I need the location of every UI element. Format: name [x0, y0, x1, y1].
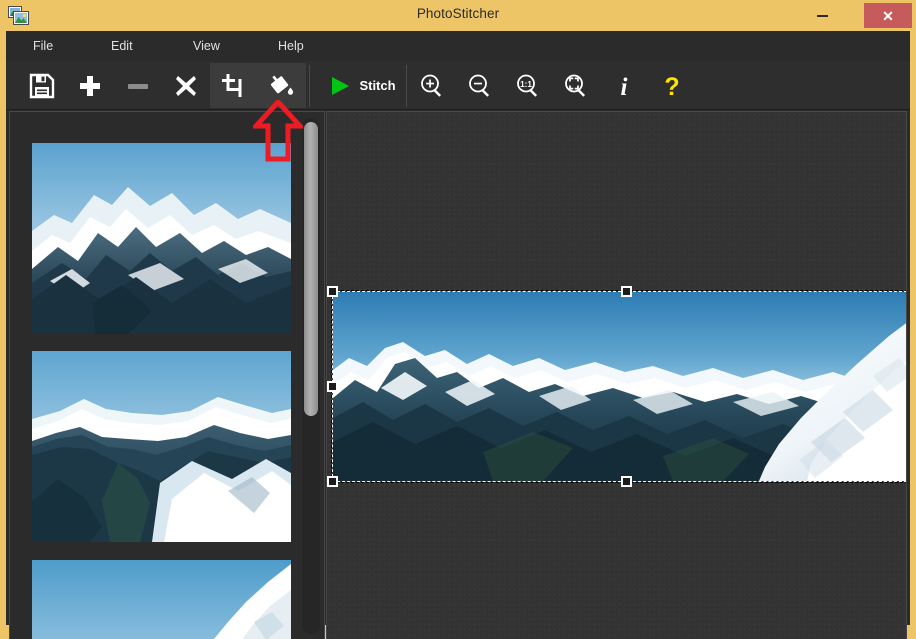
minimize-button[interactable]: [800, 3, 844, 28]
magnifier-minus-icon: [469, 74, 490, 97]
menu-item-view[interactable]: View: [187, 31, 226, 61]
crop-tool-button[interactable]: [210, 63, 258, 108]
vertical-scrollbar-thumb[interactable]: [304, 122, 318, 416]
title-bar[interactable]: PhotoStitcher ✕: [0, 0, 916, 31]
save-button[interactable]: [18, 63, 66, 108]
minus-icon: [128, 83, 148, 89]
menu-item-file[interactable]: File: [27, 31, 59, 61]
paint-bucket-icon: [270, 75, 294, 95]
panorama-image: [333, 292, 906, 481]
window-body: File Edit View Help Stitch 1:1 i ?: [6, 31, 910, 639]
remove-image-button[interactable]: [114, 63, 162, 108]
thumbnail-list-panel[interactable]: [9, 111, 325, 639]
resize-handle-top-left[interactable]: [327, 286, 338, 297]
window-title: PhotoStitcher: [416, 6, 500, 21]
magnifier-plus-icon: [421, 74, 442, 97]
actual-size-button[interactable]: 1:1: [504, 63, 552, 108]
toolbar-separator-2: [406, 65, 407, 107]
close-icon: ✕: [882, 7, 894, 24]
magnifier-1-1-icon: 1:1: [517, 74, 538, 97]
menu-item-edit[interactable]: Edit: [105, 31, 139, 61]
toolbar: Stitch 1:1 i ?: [6, 61, 910, 110]
resize-handle-middle-left[interactable]: [327, 381, 338, 392]
info-i-icon: i: [621, 74, 628, 99]
svg-text:?: ?: [664, 73, 679, 99]
play-triangle-icon: [332, 76, 350, 95]
svg-text:1:1: 1:1: [520, 80, 532, 89]
stitch-label: Stitch: [359, 78, 396, 93]
magnifier-fit-icon: [565, 74, 586, 97]
resize-handle-bottom-left[interactable]: [327, 476, 338, 487]
floppy-disk-icon: [29, 73, 55, 98]
photostitcher-window: PhotoStitcher ✕ File Edit View Help Stit…: [0, 0, 916, 639]
stitched-panorama[interactable]: [327, 286, 906, 487]
info-button[interactable]: i: [600, 63, 648, 108]
resize-handle-bottom-center[interactable]: [621, 476, 632, 487]
crop-icon: [222, 73, 242, 97]
zoom-in-button[interactable]: [408, 63, 456, 108]
fit-to-window-button[interactable]: [552, 63, 600, 108]
cross-icon: [176, 75, 196, 96]
menu-item-help[interactable]: Help: [272, 31, 310, 61]
list-item[interactable]: [32, 560, 291, 639]
thumbnail-2: [32, 351, 291, 542]
menu-bar: File Edit View Help: [6, 31, 910, 61]
toolbar-separator-1: [309, 65, 310, 107]
thumbnail-3: [32, 560, 291, 639]
plus-icon: [80, 75, 100, 96]
list-item[interactable]: [32, 143, 291, 334]
question-mark-icon: ?: [664, 73, 679, 99]
add-images-button[interactable]: [66, 63, 114, 108]
list-item[interactable]: [32, 351, 291, 542]
help-button[interactable]: ?: [648, 63, 696, 108]
thumbnail-1: [32, 143, 291, 334]
zoom-out-button[interactable]: [456, 63, 504, 108]
canvas-panel[interactable]: [326, 111, 907, 639]
resize-handle-top-center[interactable]: [621, 286, 632, 297]
svg-text:i: i: [621, 74, 628, 99]
clear-all-button[interactable]: [162, 63, 210, 108]
close-button[interactable]: ✕: [864, 3, 912, 28]
fill-tool-button[interactable]: [258, 63, 306, 108]
minimize-icon: [816, 14, 828, 17]
stitch-button[interactable]: Stitch: [318, 63, 406, 108]
